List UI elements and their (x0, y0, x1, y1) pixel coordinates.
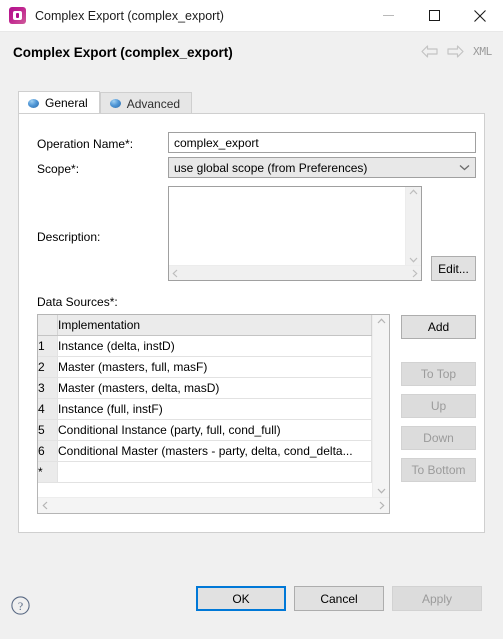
row-implementation[interactable]: Conditional Master (masters - party, del… (57, 440, 372, 462)
row-implementation[interactable]: Master (masters, delta, masD) (57, 377, 372, 399)
table-row-new[interactable]: * (38, 461, 372, 483)
description-textarea[interactable] (169, 187, 405, 265)
table-row[interactable]: 6 Conditional Master (masters - party, d… (38, 440, 372, 462)
svg-text:?: ? (18, 599, 23, 613)
tab-general-label: General (45, 96, 88, 110)
table-header: Implementation (38, 315, 372, 336)
scroll-up-icon[interactable] (373, 318, 389, 324)
scroll-down-icon[interactable] (406, 257, 421, 263)
description-field[interactable] (168, 186, 422, 281)
data-sources-scroll-area: Implementation 1 Instance (delta, instD)… (38, 315, 372, 497)
to-bottom-button[interactable]: To Bottom (401, 458, 476, 482)
table-row[interactable]: 1 Instance (delta, instD) (38, 335, 372, 357)
tab-general[interactable]: General (18, 91, 100, 114)
table-row[interactable]: 4 Instance (full, instF) (38, 398, 372, 420)
to-top-button[interactable]: To Top (401, 362, 476, 386)
scroll-down-icon[interactable] (373, 488, 389, 494)
header-actions: XML (421, 45, 492, 58)
tab-strip: General Advanced (18, 91, 193, 114)
description-vertical-scrollbar[interactable] (405, 187, 421, 265)
operation-name-label: Operation Name*: (37, 137, 134, 151)
table-row[interactable]: 5 Conditional Instance (party, full, con… (38, 419, 372, 441)
row-implementation[interactable]: Instance (delta, instD) (57, 335, 372, 357)
operation-name-input[interactable] (168, 132, 476, 153)
row-number: 3 (38, 377, 58, 399)
row-implementation[interactable] (57, 461, 372, 483)
scroll-right-icon[interactable] (379, 498, 385, 513)
tab-bullet-icon (109, 99, 121, 108)
table-row[interactable]: 3 Master (masters, delta, masD) (38, 377, 372, 399)
help-icon[interactable]: ? (11, 596, 30, 618)
table-row[interactable]: 2 Master (masters, full, masF) (38, 356, 372, 378)
title-bar: Complex Export (complex_export) (0, 0, 503, 32)
scope-dropdown[interactable]: use global scope (from Preferences) (168, 157, 476, 178)
table-vertical-scrollbar[interactable] (372, 315, 389, 497)
row-implementation[interactable]: Instance (full, instF) (57, 398, 372, 420)
data-sources-label: Data Sources*: (37, 295, 118, 309)
scroll-left-icon[interactable] (42, 498, 48, 513)
table-body: 1 Instance (delta, instD) 2 Master (mast… (38, 335, 372, 483)
chevron-down-icon (453, 164, 475, 171)
forward-arrow-icon[interactable] (447, 45, 464, 58)
description-label: Description: (37, 230, 101, 244)
dialog-header: Complex Export (complex_export) XML (0, 32, 503, 78)
data-sources-table-frame: Implementation 1 Instance (delta, instD)… (37, 314, 390, 514)
window-title: Complex Export (complex_export) (35, 8, 224, 23)
column-header-implementation: Implementation (57, 315, 372, 336)
description-horizontal-scrollbar[interactable] (169, 265, 421, 280)
tab-advanced-label: Advanced (126, 96, 181, 111)
maximize-icon[interactable] (411, 0, 457, 31)
xml-link[interactable]: XML (473, 45, 492, 58)
scroll-right-icon[interactable] (412, 266, 418, 280)
scroll-up-icon[interactable] (406, 189, 421, 195)
scope-value: use global scope (from Preferences) (174, 160, 368, 175)
close-icon[interactable] (457, 0, 503, 31)
row-number: 2 (38, 356, 58, 378)
minimize-icon[interactable] (365, 0, 411, 31)
apply-button[interactable]: Apply (392, 586, 482, 611)
ok-button[interactable]: OK (196, 586, 286, 611)
tab-panel-general: Operation Name*: Scope*: use global scop… (18, 113, 485, 533)
dialog-footer: ? OK Cancel Apply (0, 562, 503, 639)
row-number: * (38, 461, 58, 483)
row-implementation[interactable]: Master (masters, full, masF) (57, 356, 372, 378)
page-title: Complex Export (complex_export) (13, 45, 233, 60)
data-sources-table: Implementation 1 Instance (delta, instD)… (38, 315, 372, 483)
down-button[interactable]: Down (401, 426, 476, 450)
row-implementation[interactable]: Conditional Instance (party, full, cond_… (57, 419, 372, 441)
window-controls (365, 0, 503, 31)
up-button[interactable]: Up (401, 394, 476, 418)
column-header-number (38, 315, 58, 336)
table-header-row: Implementation (38, 315, 372, 336)
table-horizontal-scrollbar[interactable] (38, 497, 389, 513)
dialog-body: General Advanced Operation Name*: Scope*… (0, 77, 503, 562)
tab-advanced[interactable]: Advanced (99, 92, 193, 114)
back-arrow-icon[interactable] (421, 45, 438, 58)
add-button[interactable]: Add (401, 315, 476, 339)
tab-bullet-icon (28, 98, 39, 108)
description-edit-button[interactable]: Edit... (431, 256, 476, 281)
scroll-left-icon[interactable] (172, 266, 178, 280)
row-number: 6 (38, 440, 58, 462)
row-number: 5 (38, 419, 58, 441)
cancel-button[interactable]: Cancel (294, 586, 384, 611)
scope-label: Scope*: (37, 162, 80, 176)
row-number: 1 (38, 335, 58, 357)
app-icon (9, 7, 26, 24)
row-number: 4 (38, 398, 58, 420)
